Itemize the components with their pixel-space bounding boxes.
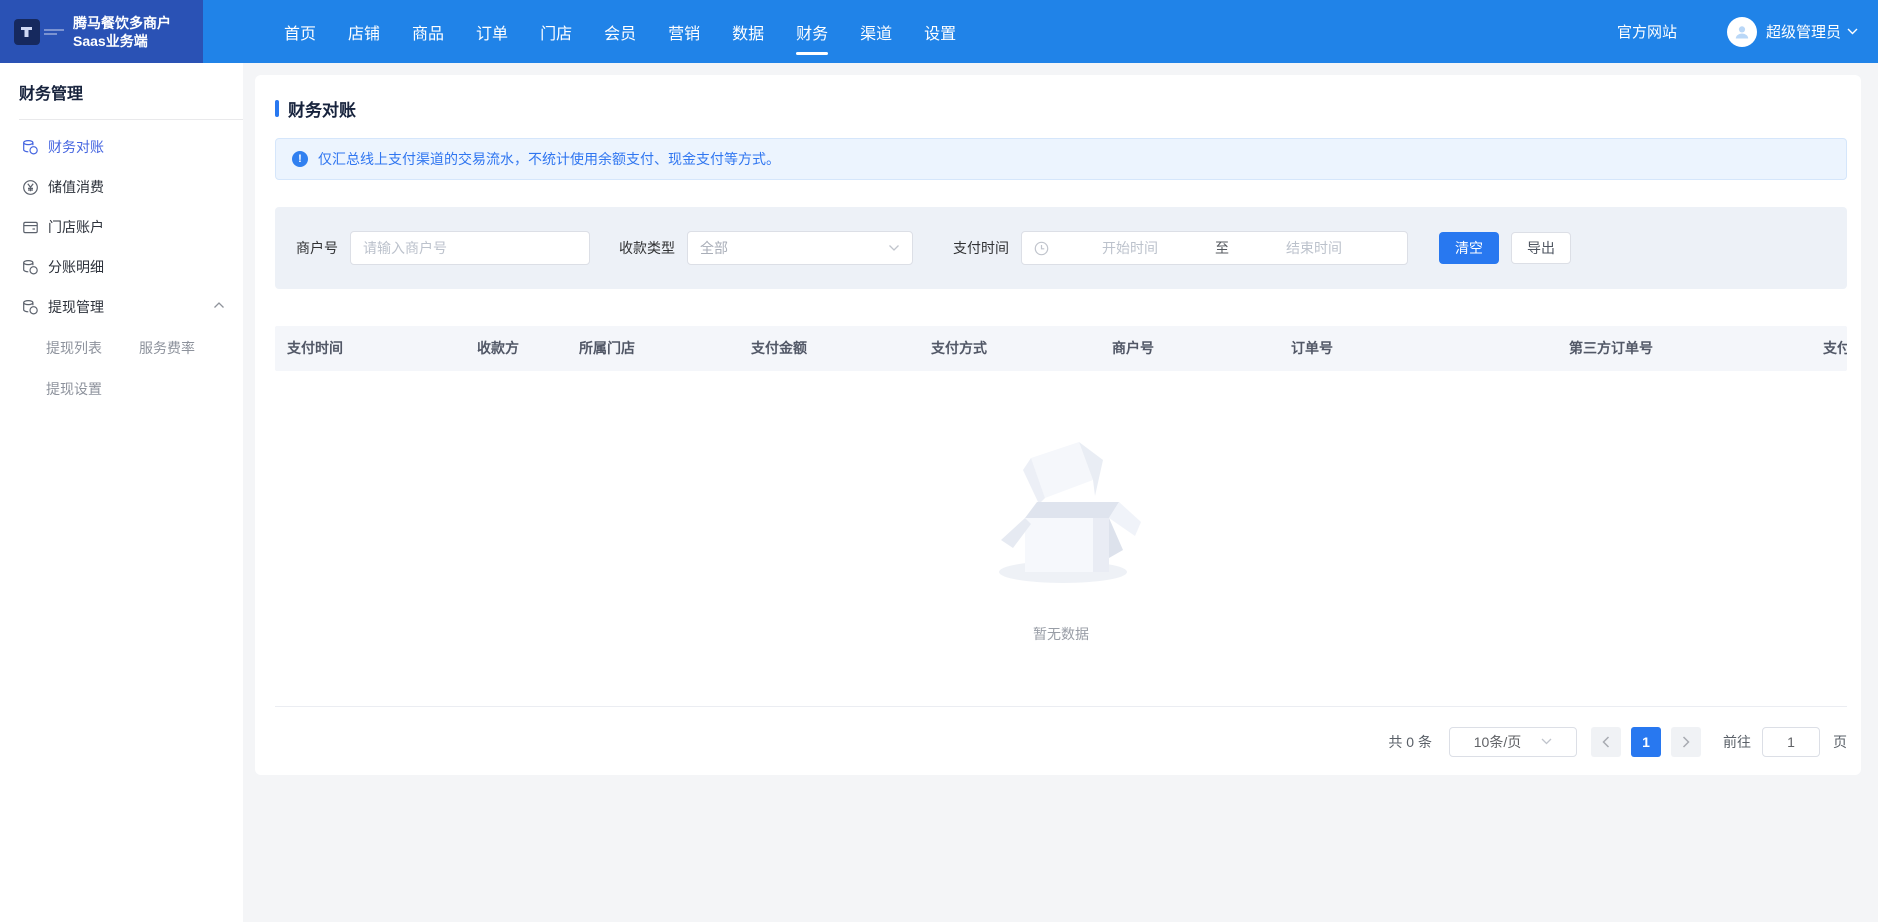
col-merchant-id: 商户号 [1112, 326, 1154, 371]
page-size-value: 10条/页 [1474, 732, 1521, 752]
brand-title: 腾马餐饮多商户Saas业务端 [73, 14, 193, 50]
col-order-id: 订单号 [1291, 326, 1333, 371]
range-separator: 至 [1211, 238, 1233, 258]
sidebar-submenu-row: 提现设置 [0, 368, 243, 409]
sidebar: 财务管理 财务对账 储值消费 门店账户 分账明细 提现管理 [0, 63, 243, 922]
payment-type-select[interactable]: 全部 [687, 231, 913, 265]
prev-page-button[interactable] [1591, 727, 1621, 757]
username: 超级管理员 [1766, 21, 1841, 42]
sidebar-submenu-row: 提现列表 服务费率 [0, 327, 243, 368]
nav-item-goods[interactable]: 商品 [412, 0, 444, 63]
user-avatar[interactable] [1727, 17, 1757, 47]
empty-text: 暂无数据 [1033, 624, 1089, 644]
user-menu[interactable]: 超级管理员 [1766, 21, 1858, 42]
sidebar-item-label: 财务对账 [48, 137, 104, 157]
sidebar-item-label: 分账明细 [48, 257, 104, 277]
main-area: 财务对账 ! 仅汇总线上支付渠道的交易流水，不统计使用余额支付、现金支付等方式。… [243, 63, 1878, 922]
filter-bar: 商户号 收款类型 全部 支付时间 开始时间 至 结束时间 清空 导出 [275, 207, 1847, 289]
info-icon: ! [292, 151, 308, 167]
payment-type-label: 收款类型 [619, 238, 675, 258]
date-range-picker[interactable]: 开始时间 至 结束时间 [1021, 231, 1408, 265]
sidebar-subitem-service-rate[interactable]: 服务费率 [139, 338, 195, 358]
goto-page-input[interactable] [1762, 727, 1820, 757]
yen-circle-icon [22, 179, 39, 196]
col-amount: 支付金额 [751, 326, 807, 371]
coins-icon [22, 139, 39, 156]
pagination: 共 0 条 10条/页 1 前往 页 [275, 707, 1847, 776]
sidebar-item-withdraw-management[interactable]: 提现管理 [0, 287, 243, 327]
merchant-id-input[interactable] [350, 231, 590, 265]
table-header: 支付时间 收款方 所属门店 支付金额 支付方式 商户号 订单号 第三方订单号 支… [275, 326, 1847, 371]
chevron-up-icon [213, 301, 225, 309]
col-payee: 收款方 [477, 326, 519, 371]
nav-item-home[interactable]: 首页 [284, 0, 316, 63]
col-store: 所属门店 [579, 326, 635, 371]
sidebar-item-label: 储值消费 [48, 177, 104, 197]
app-screen: 腾马餐饮多商户Saas业务端 首页 店铺 商品 订单 门店 会员 营销 数据 财… [0, 0, 1878, 922]
sidebar-item-label: 提现管理 [48, 297, 104, 317]
page-unit-label: 页 [1833, 732, 1847, 752]
payment-time-label: 支付时间 [953, 238, 1009, 258]
topbar-right: 官方网站 超级管理员 [1617, 17, 1878, 47]
nav-item-shop[interactable]: 店铺 [348, 0, 380, 63]
clock-icon [1034, 241, 1049, 256]
logo-subtext [44, 27, 64, 37]
empty-box-illustration [981, 434, 1141, 586]
coins-icon [22, 259, 39, 276]
sidebar-item-label: 门店账户 [48, 217, 104, 237]
sidebar-item-stored-value[interactable]: 储值消费 [0, 167, 243, 207]
topbar: 腾马餐饮多商户Saas业务端 首页 店铺 商品 订单 门店 会员 营销 数据 财… [0, 0, 1878, 63]
info-alert: ! 仅汇总线上支付渠道的交易流水，不统计使用余额支付、现金支付等方式。 [275, 138, 1847, 180]
page-title-row: 财务对账 [275, 98, 1847, 118]
export-button[interactable]: 导出 [1511, 232, 1571, 264]
payment-type-value: 全部 [700, 238, 728, 258]
chevron-down-icon [1847, 28, 1858, 35]
col-third-party-id: 第三方订单号 [1569, 326, 1653, 371]
nav-item-members[interactable]: 会员 [604, 0, 636, 63]
nav-item-channels[interactable]: 渠道 [860, 0, 892, 63]
wallet-icon [22, 219, 39, 236]
sidebar-item-store-account[interactable]: 门店账户 [0, 207, 243, 247]
title-accent-bar [275, 100, 279, 117]
sidebar-item-split-detail[interactable]: 分账明细 [0, 247, 243, 287]
col-payment-clipped: 支付 [1823, 326, 1847, 371]
nav-item-stores[interactable]: 门店 [540, 0, 572, 63]
end-time-placeholder: 结束时间 [1233, 238, 1395, 258]
sidebar-section-title: 财务管理 [0, 63, 243, 119]
alert-text: 仅汇总线上支付渠道的交易流水，不统计使用余额支付、现金支付等方式。 [318, 149, 780, 169]
nav-item-orders[interactable]: 订单 [476, 0, 508, 63]
sidebar-subitem-withdraw-list[interactable]: 提现列表 [46, 338, 102, 358]
nav-item-marketing[interactable]: 营销 [668, 0, 700, 63]
merchant-id-label: 商户号 [296, 238, 338, 258]
empty-state: 暂无数据 [275, 371, 1847, 706]
person-icon [1733, 23, 1751, 41]
content-panel: 财务对账 ! 仅汇总线上支付渠道的交易流水，不统计使用余额支付、现金支付等方式。… [255, 75, 1861, 775]
total-count: 共 0 条 [1388, 732, 1432, 752]
coins-icon [22, 299, 39, 316]
sidebar-subitem-withdraw-settings[interactable]: 提现设置 [46, 379, 102, 399]
nav-item-data[interactable]: 数据 [732, 0, 764, 63]
official-website-link[interactable]: 官方网站 [1617, 21, 1677, 42]
goto-label: 前往 [1723, 732, 1751, 752]
logo-icon [14, 19, 40, 45]
col-payment-method: 支付方式 [931, 326, 987, 371]
chevron-down-icon [1541, 738, 1552, 745]
chevron-right-icon [1682, 736, 1690, 748]
sidebar-menu: 财务对账 储值消费 门店账户 分账明细 提现管理 提现列表 服务费率 [0, 120, 243, 409]
chevron-down-icon [888, 244, 900, 252]
nav-item-finance[interactable]: 财务 [796, 0, 828, 63]
brand-logo[interactable]: 腾马餐饮多商户Saas业务端 [0, 0, 203, 63]
current-page-button[interactable]: 1 [1631, 727, 1661, 757]
sidebar-item-reconciliation[interactable]: 财务对账 [0, 127, 243, 167]
start-time-placeholder: 开始时间 [1049, 238, 1211, 258]
chevron-left-icon [1602, 736, 1610, 748]
col-payment-time: 支付时间 [287, 326, 343, 371]
nav-item-settings[interactable]: 设置 [924, 0, 956, 63]
clear-button[interactable]: 清空 [1439, 232, 1499, 264]
next-page-button[interactable] [1671, 727, 1701, 757]
top-nav: 首页 店铺 商品 订单 门店 会员 营销 数据 财务 渠道 设置 [284, 0, 956, 63]
page-size-select[interactable]: 10条/页 [1449, 727, 1577, 757]
page-title: 财务对账 [288, 96, 356, 121]
